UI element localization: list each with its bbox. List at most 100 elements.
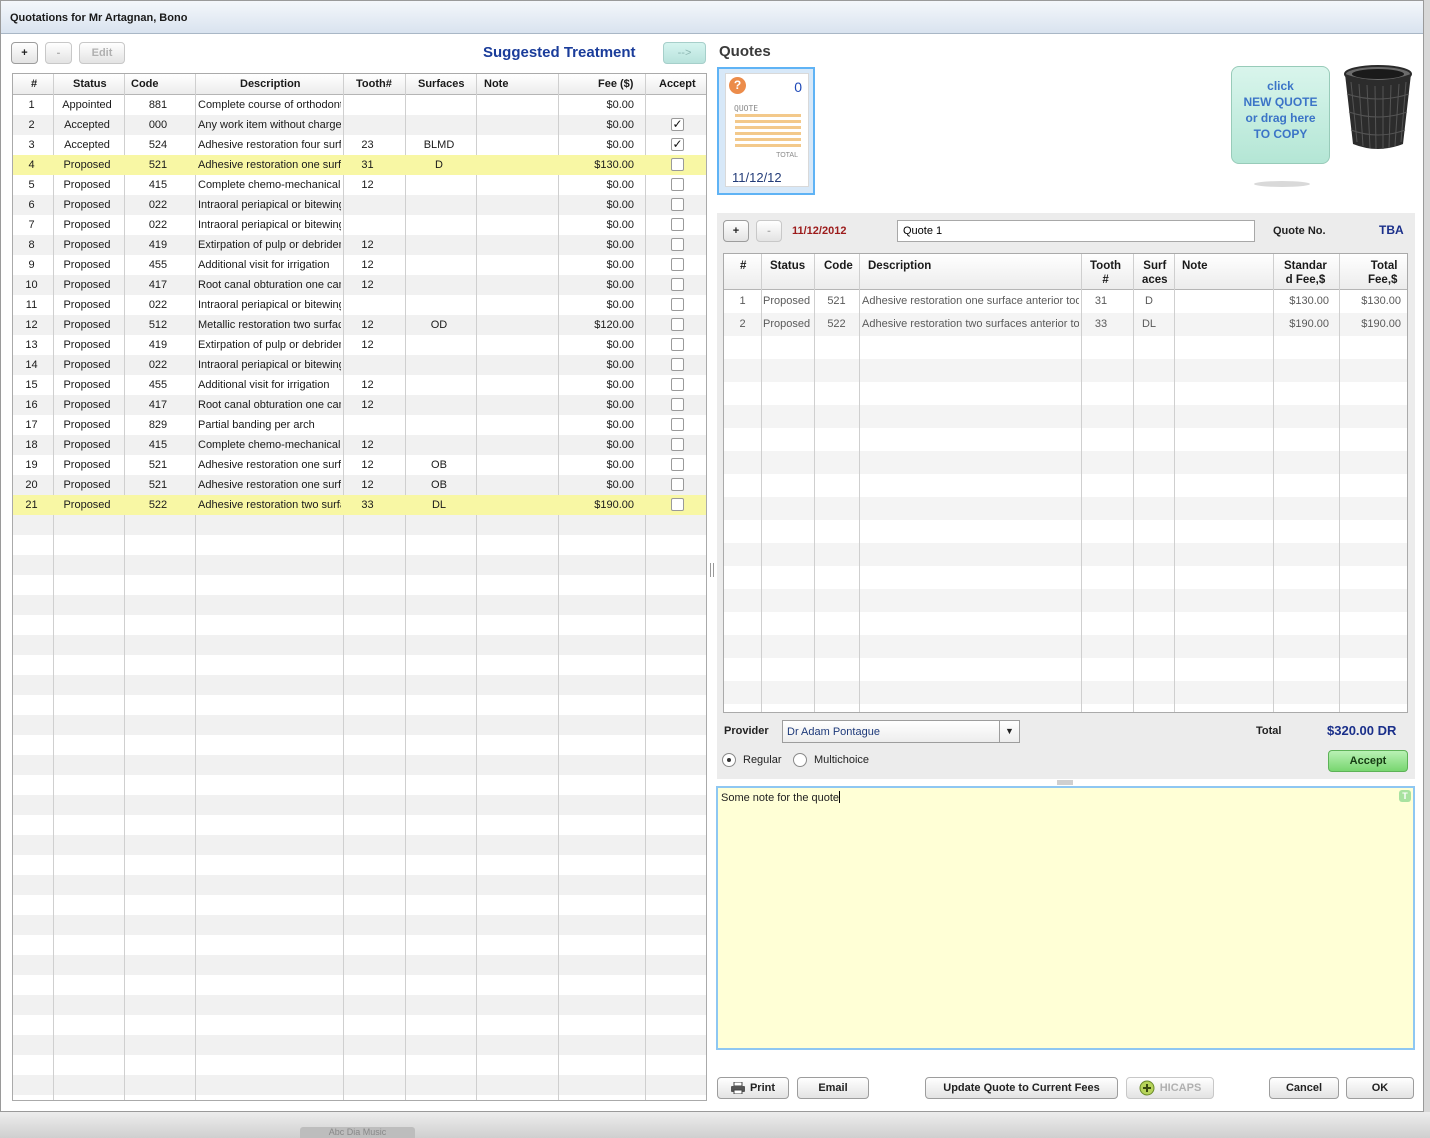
accept-checkbox[interactable] (671, 498, 684, 511)
accept-checkbox[interactable]: ✓ (671, 138, 684, 151)
table-row[interactable]: 2 Accepted 000 Any work item without charge… (13, 115, 706, 135)
accept-checkbox[interactable] (671, 298, 684, 311)
print-button[interactable]: Print (717, 1077, 789, 1099)
table-row[interactable]: 8 Proposed 419 Extirpation of pulp or debri… (13, 235, 706, 255)
text-format-icon[interactable]: T (1399, 790, 1411, 802)
table-row[interactable]: 16 Proposed 417 Root canal obturation one c… (13, 395, 706, 415)
trash-bin-icon[interactable] (1341, 64, 1415, 154)
accept-checkbox[interactable] (671, 218, 684, 231)
accept-checkbox[interactable] (671, 318, 684, 331)
table-row[interactable]: 21 Proposed 522 Adhesive restoration two su… (13, 495, 706, 515)
chevron-down-icon[interactable]: ▼ (999, 721, 1019, 742)
accept-checkbox[interactable] (671, 438, 684, 451)
column-header[interactable]: Status (770, 259, 805, 273)
column-header[interactable]: Description (868, 259, 931, 273)
column-header[interactable]: Code (131, 78, 159, 90)
cell-code: 000 (148, 119, 168, 131)
accept-checkbox[interactable] (671, 338, 684, 351)
table-row[interactable]: 14 Proposed 022 Intraoral periapical or bit… (13, 355, 706, 375)
accept-checkbox[interactable] (671, 238, 684, 251)
edit-treatment-button[interactable]: Edit (79, 42, 125, 64)
hicaps-button[interactable]: HICAPS (1126, 1077, 1214, 1099)
regular-radio[interactable] (722, 753, 736, 767)
table-row[interactable]: 5 Proposed 415 Complete chemo-mechanical pr… (13, 175, 706, 195)
cell-status: Proposed (63, 299, 111, 311)
table-row[interactable]: 1 Proposed 521 Adhesive restoration one sur… (724, 290, 1407, 313)
cell-description: Adhesive restoration one surface (198, 479, 341, 491)
column-header[interactable]: Status (73, 78, 107, 90)
accept-checkbox[interactable] (671, 478, 684, 491)
taskbar-item[interactable]: Abc Dia Music (300, 1127, 415, 1138)
table-row[interactable]: 3 Accepted 524 Adhesive restoration four su… (13, 135, 706, 155)
cell-fee: $0.00 (606, 259, 634, 271)
total-label: Total (1256, 725, 1282, 737)
accept-checkbox[interactable] (671, 418, 684, 431)
table-row[interactable]: 17 Proposed 829 Partial banding per arch $0.… (13, 415, 706, 435)
accept-checkbox[interactable] (671, 458, 684, 471)
multichoice-radio[interactable] (793, 753, 807, 767)
column-header[interactable]: Surfaces (418, 78, 464, 90)
table-row[interactable]: 9 Proposed 455 Additional visit for irrigat… (13, 255, 706, 275)
provider-select[interactable]: Dr Adam Pontague ▼ (782, 720, 1020, 743)
column-header[interactable]: Code (824, 259, 853, 273)
accept-checkbox[interactable] (671, 178, 684, 191)
table-row[interactable]: 15 Proposed 455 Additional visit for irriga… (13, 375, 706, 395)
column-header[interactable]: Surf aces (1142, 259, 1168, 287)
cancel-button[interactable]: Cancel (1269, 1077, 1339, 1099)
table-row[interactable]: 1 Appointed 881 Complete course of orthodon… (13, 95, 706, 115)
quote-name-input[interactable] (897, 220, 1255, 242)
new-quote-dropzone[interactable]: click NEW QUOTE or drag here TO COPY (1231, 66, 1330, 164)
accept-checkbox[interactable]: ✓ (671, 118, 684, 131)
table-row[interactable]: 18 Proposed 415 Complete chemo-mechanical p… (13, 435, 706, 455)
column-header[interactable]: Note (1182, 259, 1208, 273)
column-header[interactable]: Accept (659, 78, 696, 90)
accept-quote-button[interactable]: Accept (1328, 750, 1408, 772)
accept-checkbox[interactable] (671, 378, 684, 391)
update-quote-button[interactable]: Update Quote to Current Fees (925, 1077, 1118, 1099)
accept-checkbox[interactable] (671, 358, 684, 371)
table-row[interactable]: 10 Proposed 417 Root canal obturation one c… (13, 275, 706, 295)
table-row[interactable]: 19 Proposed 521 Adhesive restoration one su… (13, 455, 706, 475)
cell-num: 17 (25, 419, 38, 431)
ok-button[interactable]: OK (1346, 1077, 1414, 1099)
remove-treatment-button[interactable]: - (45, 42, 72, 64)
accept-checkbox[interactable] (671, 278, 684, 291)
table-row[interactable]: 7 Proposed 022 Intraoral periapical or bite… (13, 215, 706, 235)
column-header[interactable]: Standar d Fee,$ (1284, 259, 1327, 287)
accept-checkbox[interactable] (671, 158, 684, 171)
cell-code: 524 (148, 139, 168, 151)
table-row[interactable]: 13 Proposed 419 Extirpation of pulp or debr… (13, 335, 706, 355)
quote-card[interactable]: ? 0 QUOTE TOTAL 11/12/12 (717, 67, 815, 195)
cell-status: Proposed (63, 179, 111, 191)
quote-note-area[interactable]: Some note for the quote T (716, 786, 1415, 1050)
hicaps-label: HICAPS (1159, 1082, 1202, 1094)
cell-num: 16 (25, 399, 38, 411)
resize-grip[interactable] (1057, 780, 1073, 785)
column-header[interactable]: Description (240, 78, 301, 90)
column-header[interactable]: # (31, 78, 37, 90)
copy-to-quote-button[interactable]: --> (663, 42, 706, 64)
email-button[interactable]: Email (797, 1077, 869, 1099)
cell-tooth: 12 (361, 379, 374, 391)
add-quote-item-button[interactable]: + (723, 220, 749, 242)
column-header[interactable]: # (740, 259, 746, 273)
column-header[interactable]: Note (484, 78, 508, 90)
pane-splitter-handle[interactable] (710, 563, 714, 577)
table-row[interactable]: 20 Proposed 521 Adhesive restoration one su… (13, 475, 706, 495)
table-row[interactable]: 4 Proposed 521 Adhesive restoration one sur… (13, 155, 706, 175)
table-row[interactable]: 11 Proposed 022 Intraoral periapical or bit… (13, 295, 706, 315)
remove-quote-item-button[interactable]: - (756, 220, 782, 242)
column-header[interactable]: Fee ($) (598, 78, 633, 90)
column-header[interactable]: Total Fee,$ (1368, 259, 1397, 287)
table-row[interactable]: 12 Proposed 512 Metallic restoration two su… (13, 315, 706, 335)
accept-checkbox[interactable] (671, 258, 684, 271)
column-header[interactable]: Tooth # (1090, 259, 1121, 287)
accept-checkbox[interactable] (671, 198, 684, 211)
add-treatment-button[interactable]: + (11, 42, 38, 64)
table-row[interactable]: 6 Proposed 022 Intraoral periapical or bite… (13, 195, 706, 215)
help-icon[interactable]: ? (729, 77, 746, 94)
table-row[interactable]: 2 Proposed 522 Adhesive restoration two sur… (724, 313, 1407, 336)
accept-checkbox[interactable] (671, 398, 684, 411)
cell-num: 2 (28, 119, 35, 131)
column-header[interactable]: Tooth# (356, 78, 392, 90)
